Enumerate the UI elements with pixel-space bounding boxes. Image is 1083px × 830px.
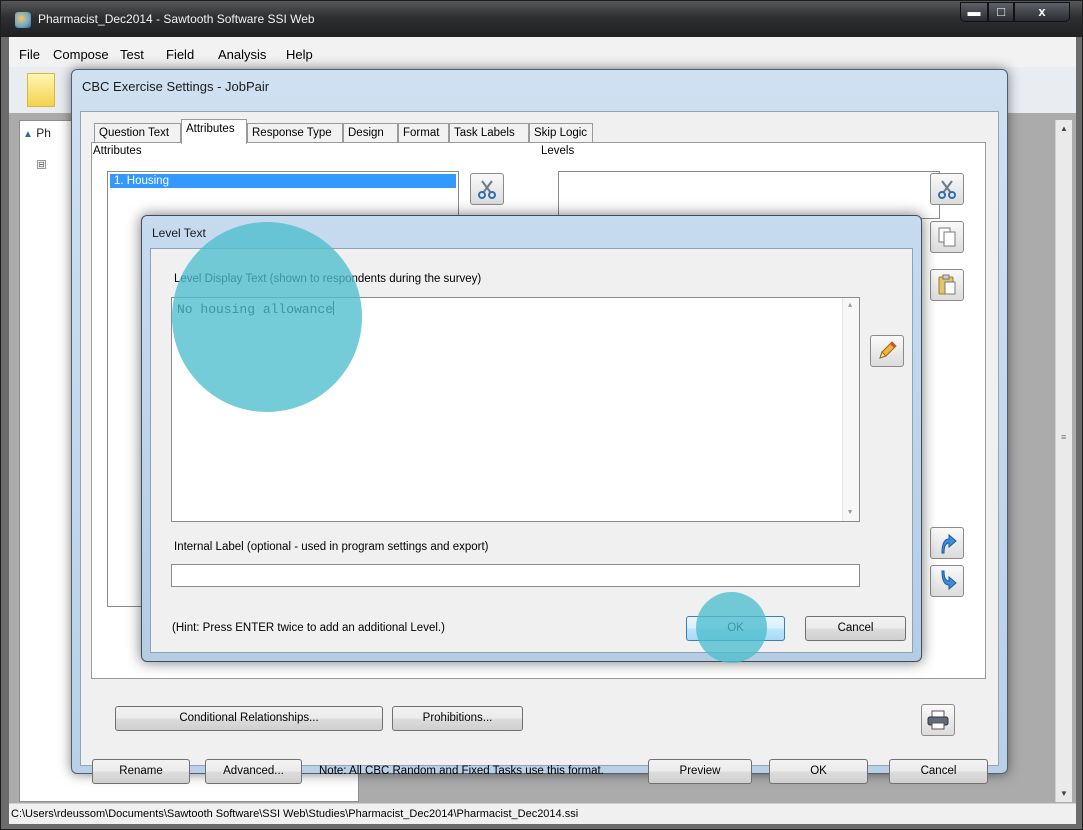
internal-label-label: Internal Label (optional - used in progr… <box>174 541 489 553</box>
prohibitions-button[interactable]: Prohibitions... <box>392 706 523 731</box>
levels-label: Levels <box>541 145 575 157</box>
advanced-button[interactable]: Advanced... <box>205 759 302 784</box>
close-button[interactable]: x <box>1014 2 1070 22</box>
level-display-value: No housing allowance <box>177 302 334 317</box>
print-icon <box>927 710 949 730</box>
vertical-scrollbar[interactable]: ▲ ≡ ▼ <box>1055 120 1072 802</box>
attribute-item-housing[interactable]: 1. Housing <box>110 174 456 188</box>
menu-test[interactable]: Test <box>120 47 144 62</box>
menu-field[interactable]: Field <box>166 47 194 62</box>
scroll-grip-icon[interactable]: ≡ <box>1061 432 1066 442</box>
arrow-down-icon <box>941 570 957 591</box>
app-icon <box>15 12 31 28</box>
menu-help[interactable]: Help <box>286 47 313 62</box>
print-button[interactable] <box>921 704 955 736</box>
level-display-textarea[interactable]: No housing allowance ▲ ▼ <box>171 297 860 522</box>
tab-format[interactable]: Format <box>398 123 449 143</box>
minimize-button[interactable]: ▬ <box>960 2 988 22</box>
format-note: Note: All CBC Random and Fixed Tasks use… <box>319 765 604 777</box>
study-navigator-tab-label: Ph <box>36 126 51 140</box>
text-caret <box>333 301 335 315</box>
rename-button[interactable]: Rename <box>92 759 190 784</box>
tab-design[interactable]: Design <box>343 123 398 143</box>
level-move-down-button[interactable] <box>930 565 964 597</box>
level-ok-button[interactable]: OK <box>686 616 785 641</box>
menu-file[interactable]: File <box>19 47 40 62</box>
level-move-up-button[interactable] <box>930 527 964 559</box>
tab-question-text[interactable]: Question Text <box>94 123 181 143</box>
maximize-button[interactable]: □ <box>988 2 1014 22</box>
arrow-up-icon <box>941 533 957 554</box>
tree-collapse-icon[interactable]: ⊟ <box>37 160 46 169</box>
conditional-relationships-button[interactable]: Conditional Relationships... <box>115 706 383 731</box>
ok-button[interactable]: OK <box>769 759 868 784</box>
status-bar: C:\Users\rdeussom\Documents\Sawtooth Sof… <box>9 803 1076 824</box>
cbc-dialog-title: CBC Exercise Settings - JobPair <box>82 79 270 94</box>
scroll-down-icon[interactable]: ▼ <box>1060 789 1068 798</box>
tab-attributes[interactable]: Attributes <box>181 119 247 144</box>
textarea-scrollbar[interactable]: ▲ ▼ <box>842 298 859 521</box>
level-display-label: Level Display Text (shown to respondents… <box>174 273 482 285</box>
level-hint: (Hint: Press ENTER twice to add an addit… <box>172 622 445 634</box>
internal-label-input[interactable] <box>171 564 860 587</box>
tab-task-labels[interactable]: Task Labels <box>449 123 529 143</box>
level-cancel-button[interactable]: Cancel <box>805 616 906 641</box>
home-icon: ▲ <box>23 129 33 140</box>
cut-icon <box>478 180 496 199</box>
preview-button[interactable]: Preview <box>648 759 752 784</box>
level-cut-button[interactable] <box>930 173 964 205</box>
menu-bar: File Compose Test Field Analysis Help <box>9 37 1076 67</box>
copy-icon <box>938 227 956 247</box>
cancel-button[interactable]: Cancel <box>889 759 988 784</box>
scroll-up-icon[interactable]: ▲ <box>1060 124 1068 133</box>
tab-response-type[interactable]: Response Type <box>247 123 343 143</box>
new-study-icon[interactable] <box>27 73 55 107</box>
status-path: C:\Users\rdeussom\Documents\Sawtooth Sof… <box>11 808 579 820</box>
menu-analysis[interactable]: Analysis <box>218 47 266 62</box>
level-text-dialog: Level Text Level Display Text (shown to … <box>141 215 922 662</box>
level-dialog-title: Level Text <box>152 226 206 240</box>
level-copy-button[interactable] <box>930 221 964 253</box>
edit-text-button[interactable] <box>870 335 904 367</box>
level-paste-button[interactable] <box>930 269 964 301</box>
levels-list[interactable] <box>558 171 940 219</box>
textarea-scroll-down-icon[interactable]: ▼ <box>848 509 852 517</box>
cut-icon <box>938 180 956 199</box>
menu-compose[interactable]: Compose <box>53 47 109 62</box>
edit-pencil-icon <box>879 341 897 359</box>
paste-icon <box>938 274 956 295</box>
window-title: Pharmacist_Dec2014 - Sawtooth Software S… <box>38 12 315 26</box>
level-dialog-body: Level Display Text (shown to respondents… <box>150 248 913 653</box>
title-bar: Pharmacist_Dec2014 - Sawtooth Software S… <box>1 1 1082 37</box>
tab-skip-logic[interactable]: Skip Logic <box>529 123 593 143</box>
attributes-label: Attributes <box>93 145 142 157</box>
attribute-cut-button[interactable] <box>470 173 504 205</box>
textarea-scroll-up-icon[interactable]: ▲ <box>848 302 852 310</box>
